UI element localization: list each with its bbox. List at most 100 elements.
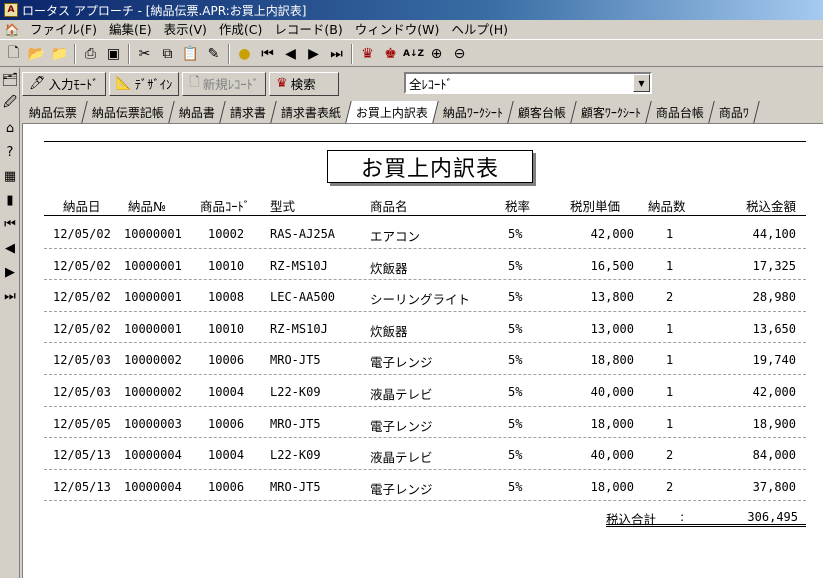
menu-view[interactable]: 表示(V): [158, 21, 213, 39]
table-row[interactable]: 12/05/03 10000002 10004 L22-K09 液晶テレビ 5% 40,00…: [44, 375, 806, 407]
tab-invoice-cover[interactable]: 請求書表紙: [271, 101, 352, 123]
cell-delivery-no: 10000001: [124, 321, 182, 336]
input-mode-label: 入力ﾓｰﾄﾞ: [48, 77, 99, 92]
cell-total: 18,900: [752, 416, 796, 431]
cell-date: 12/05/13: [53, 479, 111, 494]
browse-icon[interactable]: 🗂: [1, 68, 19, 92]
tab-customer-worksheet[interactable]: 顧客ﾜｰｸｼｰﾄ: [571, 101, 652, 123]
next-record-icon[interactable]: ▶: [302, 43, 325, 65]
menu-record[interactable]: レコード(B): [268, 21, 348, 39]
chevron-down-icon[interactable]: ▼: [633, 74, 650, 92]
record-filter-select[interactable]: 全ﾚｺｰﾄﾞ ▼: [404, 72, 652, 94]
last-record-icon[interactable]: ⏭: [325, 43, 348, 65]
cell-unit-price: 18,800: [590, 353, 634, 368]
cell-total: 42,000: [752, 384, 796, 399]
tab-product-worksheet[interactable]: 商品ﾜ: [709, 101, 760, 123]
table-row[interactable]: 12/05/02 10000001 10010 RZ-MS10J 炊飯器 5% 16,500…: [44, 249, 806, 281]
preview-icon[interactable]: ▣: [102, 43, 125, 65]
lightbulb-icon[interactable]: ●: [233, 43, 256, 65]
tab-delivery-slip[interactable]: 納品伝票: [22, 101, 88, 123]
cell-delivery-no: 10000004: [124, 448, 182, 463]
tab-purchase-breakdown[interactable]: お買上内訳表: [346, 101, 439, 123]
menu-file[interactable]: ファイル(F): [24, 21, 103, 39]
tab-customer-ledger[interactable]: 顧客台帳: [508, 101, 577, 123]
tab-product-ledger[interactable]: 商品台帳: [646, 101, 715, 123]
cell-tax-rate: 5%: [508, 353, 523, 368]
last-record-icon[interactable]: ⏭: [1, 284, 19, 308]
window-title: ロータス アプローチ - [納品伝票.APR:お買上内訳表]: [22, 3, 307, 18]
header-tax-rate: 税率: [505, 199, 531, 214]
header-product-code: 商品ｺｰﾄﾞ: [200, 199, 251, 214]
table-row[interactable]: 12/05/02 10000001 10002 RAS-AJ25A エアコン 5% 42,0…: [44, 217, 806, 249]
design-button[interactable]: 📐 ﾃﾞｻﾞｲﾝ: [108, 71, 180, 96]
spell-icon[interactable]: ✎: [202, 43, 225, 65]
first-record-icon[interactable]: ⏮: [256, 43, 279, 65]
table-row[interactable]: 12/05/03 10000002 10006 MRO-JT5 電子レンジ 5% 18,80…: [44, 343, 806, 375]
search-button[interactable]: ♛ 検索: [268, 71, 339, 96]
new-record-button[interactable]: 🗋 新規ﾚｺｰﾄﾞ: [182, 71, 266, 96]
sort-icon[interactable]: A↓Z: [402, 43, 425, 65]
chart-icon[interactable]: ▮: [1, 188, 19, 212]
input-mode-button[interactable]: 🖊 入力ﾓｰﾄﾞ: [22, 71, 106, 96]
home-icon[interactable]: ⌂: [1, 116, 19, 140]
menu-help[interactable]: ヘルプ(H): [445, 21, 514, 39]
tab-delivery-note[interactable]: 納品書: [169, 101, 226, 123]
column-headers: 納品日 納品№ 商品ｺｰﾄﾞ 型式 商品名 税率 税別単価 納品数 税込金額: [44, 194, 806, 216]
cell-model: RZ-MS10J: [270, 258, 328, 273]
header-product-name: 商品名: [370, 199, 408, 214]
find-all-icon[interactable]: ♚: [379, 43, 402, 65]
cut-icon[interactable]: ✂: [133, 43, 156, 65]
tab-delivery-slip-entry[interactable]: 納品伝票記帳: [82, 101, 175, 123]
table-row[interactable]: 12/05/13 10000004 10004 L22-K09 液晶テレビ 5% 40,00…: [44, 438, 806, 470]
zoom-out-icon[interactable]: ⊖: [448, 43, 471, 65]
cell-quantity: 2: [666, 479, 674, 494]
header-unit-price: 税別単価: [570, 199, 621, 214]
next-record-icon[interactable]: ▶: [1, 260, 19, 284]
zoom-in-icon[interactable]: ⊕: [425, 43, 448, 65]
cell-product-name: 電子レンジ: [370, 355, 433, 371]
cell-tax-rate: 5%: [508, 227, 523, 241]
table-row[interactable]: 12/05/05 10000003 10006 MRO-JT5 電子レンジ 5% 18,00…: [44, 407, 806, 439]
prev-record-icon[interactable]: ◀: [1, 236, 19, 260]
table-icon[interactable]: ▦: [1, 164, 19, 188]
header-total: 税込金額: [745, 199, 796, 214]
cell-delivery-no: 10000002: [124, 384, 182, 399]
cell-unit-price: 40,000: [590, 448, 634, 463]
menu-edit[interactable]: 編集(E): [103, 21, 158, 39]
cell-model: L22-K09: [270, 384, 321, 399]
toolbar: 🗋 📂 📁 ⎙ ▣ ✂ ⧉ 📋 ✎ ● ⏮ ◀ ▶ ⏭ ♛ ♚ A↓Z ⊕ ⊖: [0, 41, 823, 67]
copy-icon[interactable]: ⧉: [156, 43, 179, 65]
cell-model: MRO-JT5: [270, 353, 321, 368]
app-icon: A: [4, 3, 18, 17]
prev-record-icon[interactable]: ◀: [279, 43, 302, 65]
cell-total: 28,980: [752, 290, 796, 305]
cell-quantity: 1: [666, 416, 674, 431]
table-row[interactable]: 12/05/02 10000001 10010 RZ-MS10J 炊飯器 5% 13,000…: [44, 312, 806, 344]
help-icon[interactable]: ?: [1, 140, 19, 164]
cell-tax-rate: 5%: [508, 384, 523, 399]
new-doc-icon[interactable]: 🗋: [2, 43, 25, 65]
print-icon[interactable]: ⎙: [79, 43, 102, 65]
save-icon[interactable]: 📁: [48, 43, 71, 65]
tab-invoice[interactable]: 請求書: [220, 101, 277, 123]
menu-create[interactable]: 作成(C): [213, 21, 268, 39]
first-record-icon[interactable]: ⏮: [1, 212, 19, 236]
design-icon[interactable]: 🖉: [1, 92, 19, 116]
cell-total: 13,650: [752, 321, 796, 336]
open-folder-icon[interactable]: 📂: [25, 43, 48, 65]
design-label: ﾃﾞｻﾞｲﾝ: [134, 77, 173, 92]
paste-icon[interactable]: 📋: [179, 43, 202, 65]
document-icon[interactable]: 🏠: [4, 22, 20, 38]
cell-product-name: 液晶テレビ: [370, 450, 433, 466]
cell-quantity: 1: [666, 353, 674, 368]
find-icon[interactable]: ♛: [356, 43, 379, 65]
table-row[interactable]: 12/05/13 10000004 10006 MRO-JT5 電子レンジ 5% 18,00…: [44, 470, 806, 502]
tab-delivery-worksheet[interactable]: 納品ﾜｰｸｼｰﾄ: [433, 101, 514, 123]
cell-delivery-no: 10000004: [124, 479, 182, 494]
cell-model: LEC-AA500: [270, 290, 336, 305]
table-row[interactable]: 12/05/02 10000001 10008 LEC-AA500 シーリングライト 5%…: [44, 280, 806, 312]
header-delivery-no: 納品№: [128, 199, 167, 214]
cell-unit-price: 40,000: [590, 384, 634, 399]
cell-delivery-no: 10000001: [124, 258, 182, 273]
menu-window[interactable]: ウィンドウ(W): [349, 21, 446, 39]
